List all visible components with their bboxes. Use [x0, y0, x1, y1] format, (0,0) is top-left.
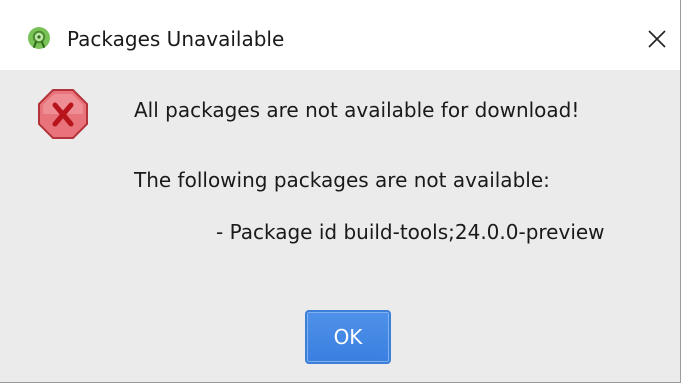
error-icon: [38, 89, 88, 139]
ok-button[interactable]: OK: [305, 310, 391, 364]
dialog-title: Packages Unavailable: [67, 27, 285, 51]
close-icon[interactable]: [640, 22, 674, 56]
unavailable-package-item: - Package id build-tools;24.0.0-preview: [216, 220, 605, 244]
android-studio-icon: [28, 27, 50, 49]
title-bar[interactable]: Packages Unavailable: [0, 0, 680, 70]
error-detail: The following packages are not available…: [134, 168, 550, 192]
dialog-window: Packages Unavailable All packages are no…: [0, 0, 681, 383]
error-message: All packages are not available for downl…: [134, 98, 580, 122]
